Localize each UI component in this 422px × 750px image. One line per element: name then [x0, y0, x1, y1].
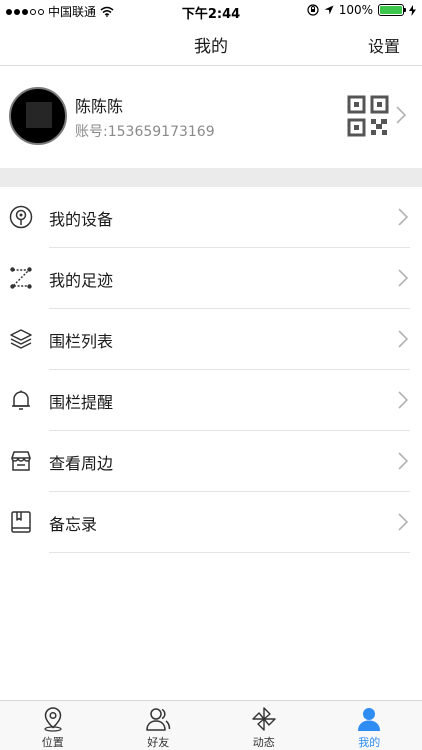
menu-item-fence-list[interactable]: 围栏列表 — [0, 309, 422, 370]
profile-account: 账号:153659173169 — [75, 124, 215, 140]
menu-label: 查看周边 — [49, 454, 114, 473]
location-arrow-icon — [324, 5, 334, 15]
battery-percent: 100% — [338, 3, 373, 17]
status-right: 100% — [307, 3, 416, 17]
location-icon — [44, 707, 62, 732]
tab-bar: 位置 好友 动态 我的 — [0, 700, 422, 750]
menu-label: 围栏提醒 — [49, 393, 114, 412]
charging-bolt-icon — [409, 4, 416, 16]
avatar[interactable] — [9, 87, 67, 145]
bell-icon — [12, 390, 30, 410]
status-bar: 中国联通 下午2:44 100% — [0, 0, 422, 22]
layers-icon — [10, 329, 32, 349]
tab-moments[interactable]: 动态 — [211, 701, 317, 750]
chevron-right-icon — [398, 330, 408, 348]
chevron-right-icon — [398, 513, 408, 531]
chevron-right-icon — [398, 452, 408, 470]
menu-label: 我的足迹 — [49, 271, 114, 290]
pinwheel-icon — [252, 707, 276, 731]
chevron-right-icon — [398, 391, 408, 409]
tab-me[interactable]: 我的 — [317, 701, 422, 750]
menu-list: 我的设备 我的足迹 围栏列表 围栏提醒 查看周边 备忘录 — [0, 187, 422, 553]
tab-label: 好友 — [147, 736, 170, 749]
friends-icon — [146, 708, 171, 731]
tab-label: 位置 — [41, 736, 64, 749]
profile-name: 陈陈陈 — [75, 97, 124, 116]
qr-code-icon[interactable] — [347, 95, 389, 137]
shop-icon — [11, 451, 31, 471]
settings-button[interactable]: 设置 — [368, 33, 400, 57]
person-icon — [358, 708, 381, 731]
chevron-right-icon — [398, 269, 408, 287]
device-icon — [9, 205, 33, 229]
menu-item-nearby[interactable]: 查看周边 — [0, 431, 422, 492]
menu-label: 备忘录 — [49, 515, 98, 534]
rotation-lock-icon — [307, 4, 319, 16]
divider — [49, 552, 410, 553]
nav-bar: 我的 设置 — [0, 22, 422, 66]
profile-card[interactable]: 陈陈陈 账号:153659173169 — [0, 66, 422, 168]
tab-location[interactable]: 位置 — [0, 701, 106, 750]
notebook-icon — [11, 511, 31, 533]
menu-item-my-devices[interactable]: 我的设备 — [0, 187, 422, 248]
menu-item-memo[interactable]: 备忘录 — [0, 492, 422, 553]
page-title: 我的 — [194, 37, 228, 57]
menu-label: 我的设备 — [49, 210, 114, 229]
menu-item-fence-alert[interactable]: 围栏提醒 — [0, 370, 422, 431]
tab-label: 我的 — [358, 736, 381, 749]
menu-label: 围栏列表 — [49, 332, 114, 351]
footprint-icon — [10, 267, 32, 289]
chevron-right-icon — [398, 208, 408, 226]
battery-icon — [378, 4, 406, 16]
chevron-right-icon — [396, 106, 406, 124]
menu-item-my-footprint[interactable]: 我的足迹 — [0, 248, 422, 309]
tab-friends[interactable]: 好友 — [106, 701, 212, 750]
section-separator — [0, 168, 422, 187]
tab-label: 动态 — [252, 736, 275, 749]
